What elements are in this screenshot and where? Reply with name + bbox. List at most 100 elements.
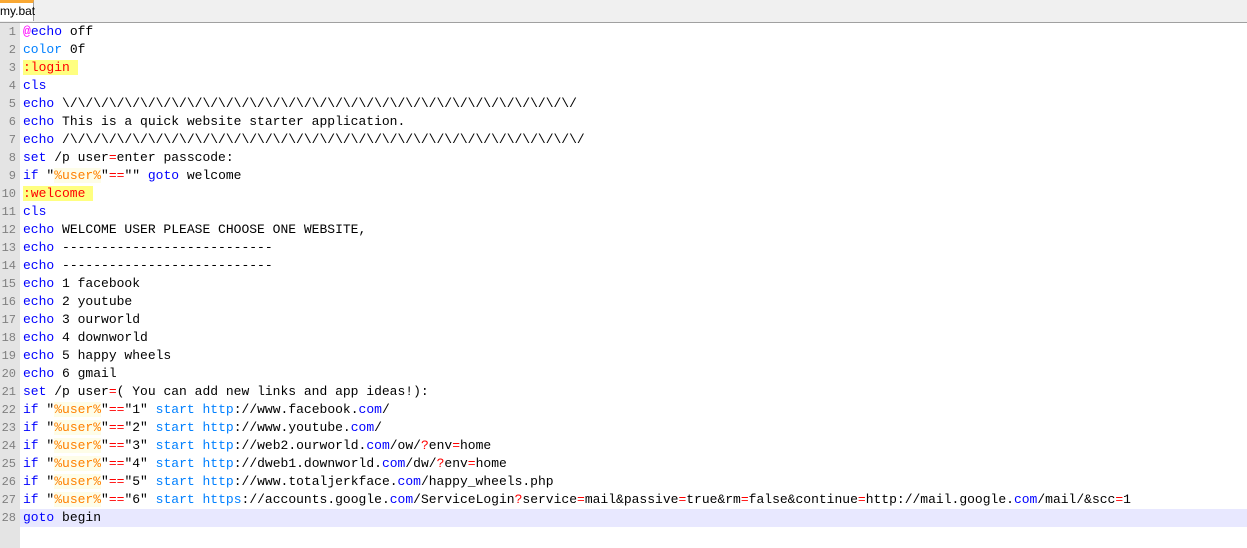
token-text: "2" bbox=[124, 420, 156, 435]
code-line[interactable]: echo 6 gmail bbox=[20, 365, 1247, 383]
token-text: 0f bbox=[62, 42, 86, 57]
token-command: http bbox=[202, 420, 234, 435]
token-operator: = bbox=[740, 492, 749, 507]
token-variable: %user% bbox=[54, 168, 102, 183]
token-domain: com bbox=[1013, 492, 1038, 507]
code-line[interactable]: echo WELCOME USER PLEASE CHOOSE ONE WEBS… bbox=[20, 221, 1247, 239]
code-line[interactable]: echo This is a quick website starter app… bbox=[20, 113, 1247, 131]
line-number: 22 bbox=[1, 403, 16, 417]
token-text: /ow/ bbox=[389, 438, 421, 453]
code-line[interactable]: if "%user%"=="5" start http://www.totalj… bbox=[20, 473, 1247, 491]
token-text: /mail/&scc bbox=[1037, 492, 1116, 507]
line-number: 10 bbox=[1, 187, 16, 201]
code-line[interactable]: if "%user%"=="1" start http://www.facebo… bbox=[20, 401, 1247, 419]
token-text: env bbox=[428, 438, 453, 453]
code-line[interactable]: echo 4 downworld bbox=[20, 329, 1247, 347]
token-command: http bbox=[202, 456, 234, 471]
token-command: https bbox=[202, 492, 242, 507]
code-line[interactable]: goto begin bbox=[20, 509, 1247, 527]
token-keyword: cls bbox=[23, 204, 47, 219]
code-line[interactable]: set /p user=enter passcode: bbox=[20, 149, 1247, 167]
token-variable: %user% bbox=[54, 456, 102, 471]
token-operator: == bbox=[108, 420, 125, 435]
code-line[interactable]: cls bbox=[20, 77, 1247, 95]
token-text: /ServiceLogin bbox=[413, 492, 515, 507]
token-text: ( You can add new links and app ideas!): bbox=[116, 384, 429, 399]
line-number: 19 bbox=[1, 349, 16, 363]
token-text: " bbox=[38, 492, 55, 507]
code-line[interactable]: echo --------------------------- bbox=[20, 239, 1247, 257]
token-text: service bbox=[522, 492, 577, 507]
code-line[interactable]: color 0f bbox=[20, 41, 1247, 59]
token-domain: com bbox=[366, 438, 390, 453]
token-text: " bbox=[101, 420, 109, 435]
token-text: 5 happy wheels bbox=[54, 348, 172, 363]
token-text: ://www.facebook. bbox=[233, 402, 359, 417]
code-line[interactable]: if "%user%"=="4" start http://dweb1.down… bbox=[20, 455, 1247, 473]
line-number: 15 bbox=[1, 277, 16, 291]
code-line[interactable]: @echo off bbox=[20, 23, 1247, 41]
line-number: 17 bbox=[1, 313, 16, 327]
token-text: / bbox=[374, 420, 382, 435]
token-operator: == bbox=[108, 456, 125, 471]
code-editor[interactable]: @echo off color 0f:login cls echo \/\/\/\/… bbox=[20, 23, 1247, 548]
line-number: 7 bbox=[8, 133, 16, 147]
code-line[interactable]: echo /\/\/\/\/\/\/\/\/\/\/\/\/\/\/\/\/\/… bbox=[20, 131, 1247, 149]
token-text: ://www.youtube. bbox=[233, 420, 351, 435]
code-line[interactable]: :login bbox=[20, 59, 1247, 77]
token-at-sign: @ bbox=[23, 24, 31, 39]
token-command: http bbox=[202, 438, 234, 453]
token-keyword: echo bbox=[23, 258, 55, 273]
token-keyword: echo bbox=[23, 312, 55, 327]
token-text: " bbox=[38, 456, 55, 471]
code-line[interactable]: echo \/\/\/\/\/\/\/\/\/\/\/\/\/\/\/\/\/\… bbox=[20, 95, 1247, 113]
token-text: "1" bbox=[124, 402, 156, 417]
token-command: start bbox=[155, 492, 195, 507]
token-text: \/\/\/\/\/\/\/\/\/\/\/\/\/\/\/\/\/\/\/\/… bbox=[54, 96, 577, 111]
token-keyword: echo bbox=[23, 348, 55, 363]
token-command: start bbox=[155, 474, 195, 489]
code-line[interactable]: echo 1 facebook bbox=[20, 275, 1247, 293]
token-keyword: if bbox=[23, 402, 39, 417]
token-operator: = bbox=[452, 438, 460, 453]
code-line[interactable]: if "%user%"=="" goto welcome bbox=[20, 167, 1247, 185]
token-domain: com bbox=[397, 474, 421, 489]
token-text: " bbox=[38, 168, 55, 183]
code-line[interactable]: echo 3 ourworld bbox=[20, 311, 1247, 329]
code-line[interactable]: :welcome bbox=[20, 185, 1247, 203]
code-line[interactable]: set /p user=( You can add new links and … bbox=[20, 383, 1247, 401]
line-number: 2 bbox=[8, 43, 16, 57]
token-text: /p user bbox=[46, 384, 109, 399]
code-line[interactable]: if "%user%"=="2" start http://www.youtub… bbox=[20, 419, 1247, 437]
token-operator: = bbox=[108, 150, 117, 165]
token-text: WELCOME USER PLEASE CHOOSE ONE WEBSITE, bbox=[54, 222, 367, 237]
token-text: "4" bbox=[124, 456, 156, 471]
token-domain: com bbox=[381, 456, 406, 471]
token-operator: ? bbox=[420, 438, 429, 453]
token-keyword: echo bbox=[23, 366, 55, 381]
line-number: 26 bbox=[1, 475, 16, 489]
token-command: start bbox=[155, 438, 195, 453]
token-text: " bbox=[101, 168, 109, 183]
code-line[interactable]: echo --------------------------- bbox=[20, 257, 1247, 275]
token-keyword: goto bbox=[23, 510, 55, 525]
token-text: off bbox=[62, 24, 94, 39]
code-line[interactable]: cls bbox=[20, 203, 1247, 221]
token-keyword: goto bbox=[147, 168, 180, 183]
line-number: 5 bbox=[8, 97, 16, 111]
code-line[interactable]: echo 2 youtube bbox=[20, 293, 1247, 311]
token-command: start bbox=[155, 402, 195, 417]
tab-my-bat[interactable]: my.bat bbox=[0, 0, 35, 21]
token-text: home bbox=[475, 456, 507, 471]
line-number: 11 bbox=[1, 205, 16, 219]
token-variable: %user% bbox=[54, 474, 102, 489]
token-operator: == bbox=[108, 168, 125, 183]
token-keyword: set bbox=[23, 150, 47, 165]
code-line[interactable]: if "%user%"=="6" start https://accounts.… bbox=[20, 491, 1247, 509]
token-command: http bbox=[202, 474, 234, 489]
code-line[interactable]: if "%user%"=="3" start http://web2.ourwo… bbox=[20, 437, 1247, 455]
code-line[interactable]: echo 5 happy wheels bbox=[20, 347, 1247, 365]
token-text: 6 gmail bbox=[54, 366, 117, 381]
line-number-gutter: 1 2 3 4 5 6 7 8 9 10 11 12 13 14 15 16 17 18 19 20 21 22 23 24 2… bbox=[0, 23, 20, 548]
